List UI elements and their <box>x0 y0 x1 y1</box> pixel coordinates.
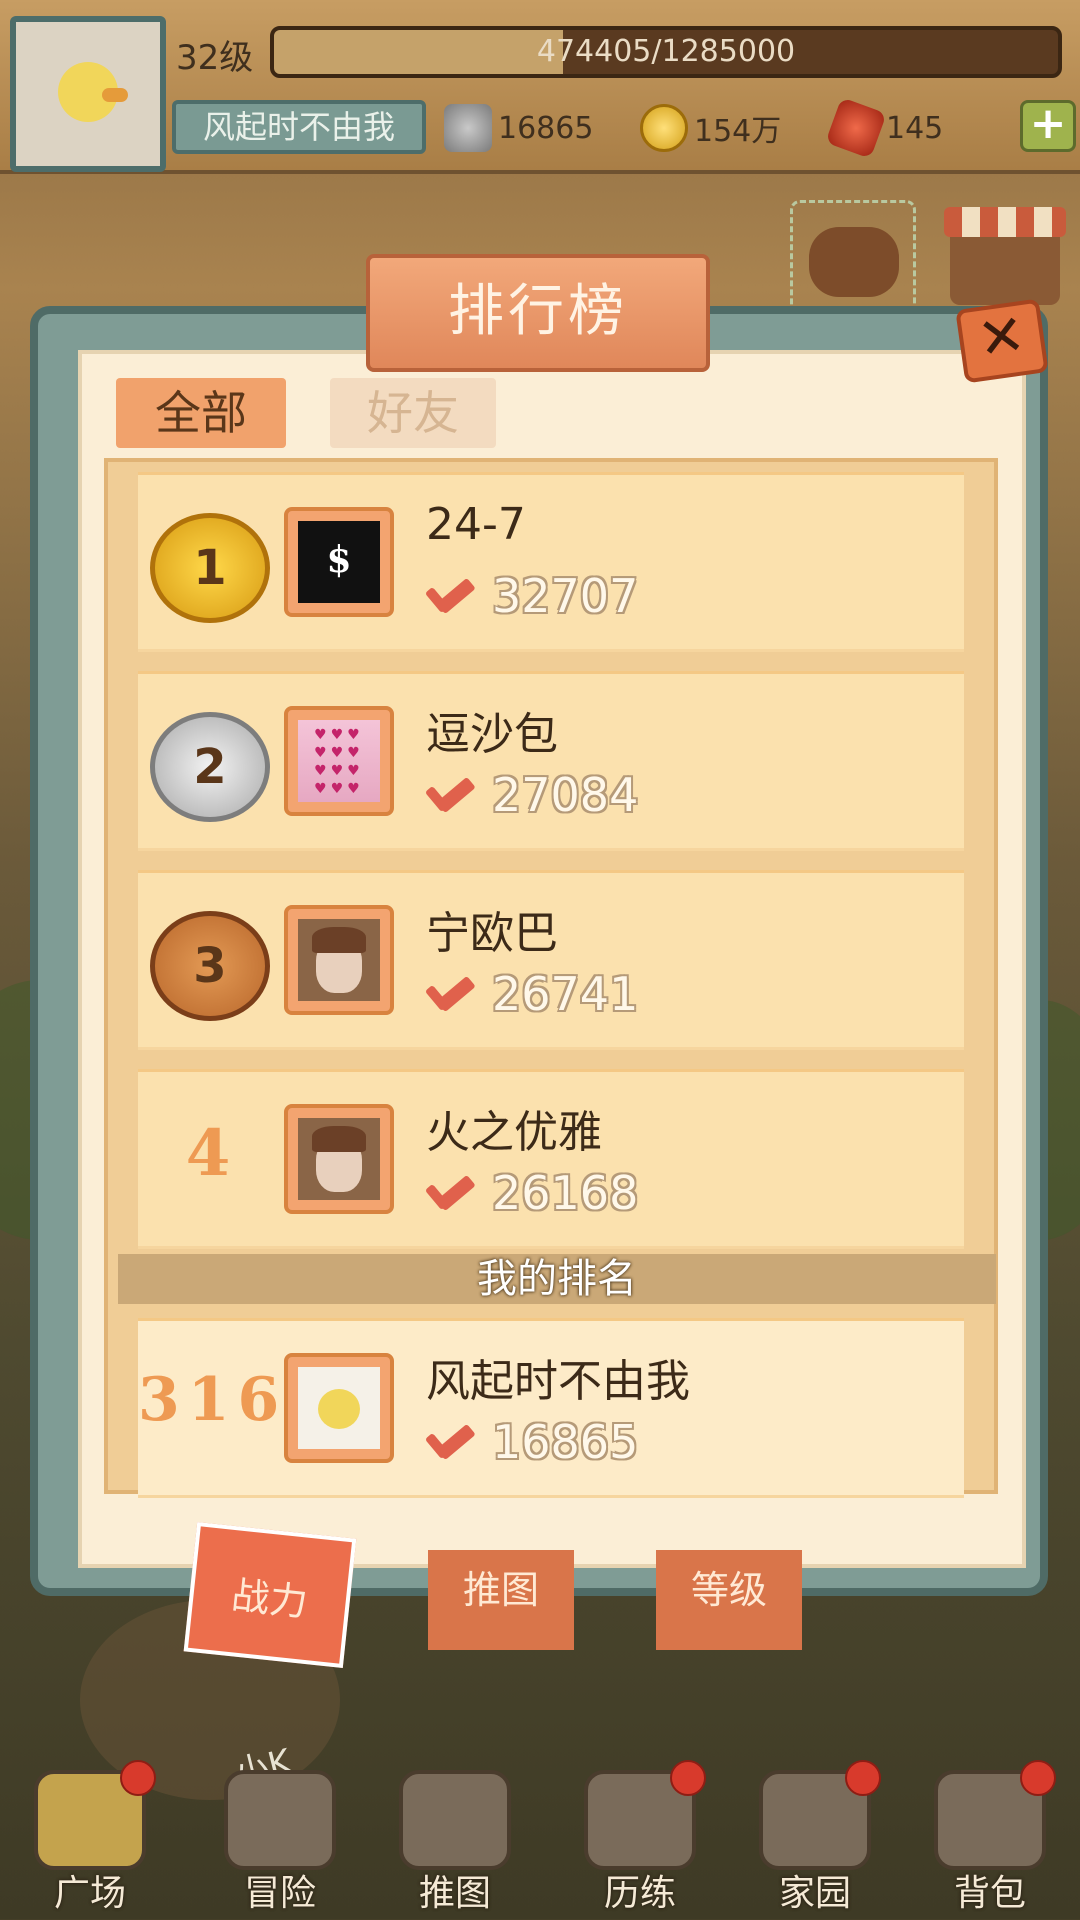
power-value: 26168 <box>492 1166 639 1220</box>
ribbon-power[interactable]: 战力 <box>183 1521 357 1669</box>
nav-backpack[interactable]: 背包 <box>910 1760 1070 1920</box>
gold-medal-icon: 1 <box>150 513 270 623</box>
gem-stat: 145 <box>825 97 944 159</box>
power-value: 16865 <box>492 1415 639 1469</box>
treasure-bag[interactable] <box>790 200 916 316</box>
player-avatar <box>284 905 394 1015</box>
player-name[interactable]: 风起时不由我 <box>172 100 426 154</box>
power-stat: 16865 <box>444 104 593 152</box>
logo-icon: $ <box>326 539 352 581</box>
close-icon[interactable]: ✕ <box>955 298 1049 384</box>
notification-dot <box>1020 1760 1056 1796</box>
duck-avatar-icon <box>298 1367 380 1449</box>
player-name: 宁欧巴 <box>426 908 558 959</box>
bronze-medal-icon: 3 <box>150 911 270 1021</box>
sword-icon <box>422 1172 476 1212</box>
bottom-nav: 广场 冒险 推图 历练 家园 背包 <box>0 1760 1080 1920</box>
sword-icon <box>422 973 476 1013</box>
player-avatar[interactable] <box>10 16 166 172</box>
nav-adventure[interactable]: 冒险 <box>200 1770 360 1920</box>
nav-plaza[interactable]: 广场 <box>10 1760 170 1920</box>
notification-dot <box>845 1760 881 1796</box>
gold-coin-icon <box>640 104 688 152</box>
player-avatar <box>284 1353 394 1463</box>
player-avatar <box>284 1104 394 1214</box>
player-name: 火之优雅 <box>426 1107 602 1158</box>
ranking-row[interactable]: 2 ♥♥♥ ♥♥♥ ♥♥♥ ♥♥♥ 逗沙包 27084 <box>138 671 964 851</box>
map-push-icon <box>399 1770 511 1870</box>
tab-friends[interactable]: 好友 <box>330 378 496 448</box>
player-avatar: $ <box>284 507 394 617</box>
my-rank-header: 我的排名 <box>118 1254 996 1304</box>
exp-text: 474405/1285000 <box>536 34 796 69</box>
gem-bag-icon <box>809 227 899 297</box>
rank-number: 4 <box>185 1116 231 1191</box>
hearts-icon: ♥♥♥ ♥♥♥ ♥♥♥ ♥♥♥ <box>314 727 364 797</box>
gold-stat: 154万 <box>640 104 781 152</box>
player-name: 逗沙包 <box>426 709 558 760</box>
sword-icon <box>422 774 476 814</box>
adventure-icon <box>224 1770 336 1870</box>
shop-stall[interactable] <box>944 207 1066 305</box>
ribbon-level[interactable]: 等级 <box>656 1550 802 1650</box>
nav-stage[interactable]: 推图 <box>375 1770 535 1920</box>
gold-value: 154万 <box>694 114 782 149</box>
tab-all[interactable]: 全部 <box>116 378 286 448</box>
ribbon-stage[interactable]: 推图 <box>428 1550 574 1650</box>
notification-dot <box>120 1760 156 1796</box>
player-status-bar: 32级 474405/1285000 风起时不由我 16865 154万 145… <box>0 0 1080 174</box>
add-currency-button[interactable]: + <box>1020 100 1076 152</box>
silver-medal-icon: 2 <box>150 712 270 822</box>
red-gem-icon <box>825 97 887 159</box>
sword-icon <box>422 575 476 615</box>
player-avatar: ♥♥♥ ♥♥♥ ♥♥♥ ♥♥♥ <box>284 706 394 816</box>
power-value: 26741 <box>492 967 639 1021</box>
my-ranking-row[interactable]: 316 风起时不由我 16865 <box>138 1318 964 1498</box>
exp-bar: 474405/1285000 <box>270 26 1062 78</box>
power-value: 32707 <box>492 569 639 623</box>
cartoon-boy-icon <box>298 919 380 1001</box>
leaderboard-title: 排行榜 <box>366 254 710 372</box>
my-rank-number: 316 <box>138 1365 288 1435</box>
power-value: 16865 <box>498 110 594 146</box>
ranking-row[interactable]: 4 火之优雅 26168 <box>138 1069 964 1249</box>
notification-dot <box>670 1760 706 1796</box>
player-name: 24-7 <box>426 499 526 550</box>
crossed-swords-icon <box>444 104 492 152</box>
ranking-row[interactable]: 3 宁欧巴 26741 <box>138 870 964 1050</box>
cartoon-boy-icon <box>298 1118 380 1200</box>
player-level: 32级 <box>176 38 254 78</box>
power-value: 27084 <box>492 768 639 822</box>
player-name: 风起时不由我 <box>426 1356 690 1407</box>
nav-home[interactable]: 家园 <box>735 1760 895 1920</box>
shop-awning-icon <box>944 207 1066 237</box>
ranking-row[interactable]: 1 $ 24-7 32707 <box>138 472 964 652</box>
gem-value: 145 <box>886 110 944 146</box>
sword-icon <box>422 1421 476 1461</box>
nav-training[interactable]: 历练 <box>560 1760 720 1920</box>
